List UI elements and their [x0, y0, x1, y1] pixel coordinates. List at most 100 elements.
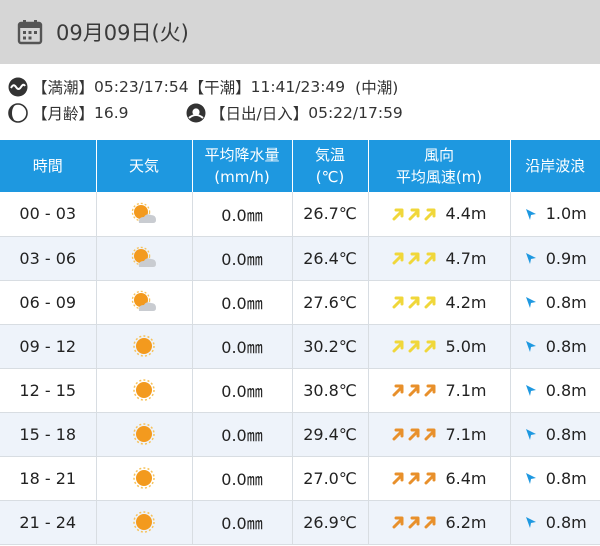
wave-cell: 0.8m: [510, 456, 600, 501]
wave-height: 0.9m: [545, 248, 587, 268]
wave-direction-icon: [525, 341, 536, 352]
time-cell: 06 - 09: [0, 280, 97, 325]
wind-direction-icon: [424, 516, 436, 529]
partly-cloudy-icon: [131, 290, 156, 311]
table-row: 15 - 18 0.0㎜ 29.4℃ 7.1m 0.8m: [0, 412, 600, 457]
header-precip: 平均降水量 (mm/h): [192, 140, 293, 192]
sunny-icon: [133, 423, 155, 445]
wind-direction-icon: [392, 208, 404, 221]
wind-direction-icon: [392, 296, 404, 309]
wind-direction-icon: [408, 340, 420, 353]
wind-speed: 5.0m: [445, 336, 487, 356]
forecast-table: 時間 天気 平均降水量 (mm/h) 気温 (℃) 風向 平均風速(m) 沿岸波浪 0…: [0, 140, 600, 545]
precip-cell: 0.0㎜: [192, 192, 293, 237]
wave-cell: 0.8m: [510, 368, 600, 413]
low-tide-value: 11:41/23:49: [250, 78, 346, 96]
table-row: 18 - 21 0.0㎜ 27.0℃ 6.4m 0.8m: [0, 456, 600, 501]
wind-speed: 6.2m: [445, 512, 487, 532]
wind-direction-icon: [408, 296, 420, 309]
wind-direction-icon: [392, 340, 404, 353]
temp-cell: 29.4℃: [292, 412, 369, 457]
table-row: 21 - 24 0.0㎜ 26.9℃ 6.2m 0.8m: [0, 500, 600, 545]
wave-direction-icon: [525, 297, 536, 308]
weather-cell: [96, 236, 193, 281]
wave-cell: 0.8m: [510, 412, 600, 457]
header-wave: 沿岸波浪: [510, 140, 600, 192]
weather-cell: [96, 192, 193, 237]
wind-direction-icon: [424, 208, 436, 221]
temp-cell: 26.9℃: [292, 500, 369, 545]
temp-cell: 27.6℃: [292, 280, 369, 325]
wind-direction-icon: [424, 428, 436, 441]
wind-direction-icon: [392, 428, 404, 441]
wave-direction-icon: [525, 473, 536, 484]
wind-speed: 7.1m: [445, 424, 487, 444]
moon-age-label: 【月齢】: [32, 105, 95, 123]
wind-direction-icon: [408, 516, 420, 529]
wind-cell: 5.0m: [368, 324, 511, 369]
table-row: 09 - 12 0.0㎜ 30.2℃ 5.0m 0.8m: [0, 324, 600, 369]
temp-cell: 30.8℃: [292, 368, 369, 413]
sun-info: 【日出/日入】 05:22/17:59: [186, 101, 403, 125]
temp-cell: 27.0℃: [292, 456, 369, 501]
precip-cell: 0.0㎜: [192, 456, 293, 501]
wind-cell: 7.1m: [368, 368, 511, 413]
wind-direction-icon: [392, 384, 404, 397]
wind-direction-icon: [408, 428, 420, 441]
high-tide-label: 【満潮】: [32, 79, 95, 97]
wave-direction-icon: [525, 385, 536, 396]
precip-cell: 0.0㎜: [192, 500, 293, 545]
wave-height: 0.8m: [545, 512, 587, 532]
wind-speed: 4.7m: [445, 248, 487, 268]
wind-speed: 7.1m: [445, 380, 487, 400]
wind-cell: 4.2m: [368, 280, 511, 325]
tide-info: 【満潮】 05:23/17:54 【干潮】 11:41/23:49 (中潮): [8, 75, 398, 99]
moon-info: 【月齢】 16.9: [8, 101, 129, 125]
time-cell: 15 - 18: [0, 412, 97, 457]
wind-direction-icon: [408, 384, 420, 397]
temp-cell: 26.4℃: [292, 236, 369, 281]
sunny-icon: [133, 511, 155, 533]
tide-icon: [8, 77, 28, 97]
wave-cell: 1.0m: [510, 192, 600, 237]
sunny-icon: [133, 379, 155, 401]
low-tide-label: 【干潮】: [188, 79, 251, 97]
weather-cell: [96, 324, 193, 369]
table-row: 12 - 15 0.0㎜ 30.8℃ 7.1m 0.8m: [0, 368, 600, 413]
wave-height: 1.0m: [545, 204, 587, 224]
precip-cell: 0.0㎜: [192, 280, 293, 325]
weather-cell: [96, 280, 193, 325]
time-cell: 18 - 21: [0, 456, 97, 501]
date-header: 09月09日(火): [0, 0, 600, 64]
table-row: 03 - 06 0.0㎜ 26.4℃ 4.7m 0.9m: [0, 236, 600, 281]
partly-cloudy-icon: [131, 246, 156, 267]
wind-direction-icon: [424, 472, 436, 485]
wind-direction-icon: [424, 252, 436, 265]
precip-cell: 0.0㎜: [192, 236, 293, 281]
precip-cell: 0.0㎜: [192, 324, 293, 369]
wind-cell: 4.4m: [368, 192, 511, 237]
table-header-row: 時間 天気 平均降水量 (mm/h) 気温 (℃) 風向 平均風速(m) 沿岸波浪: [0, 140, 600, 192]
wind-cell: 4.7m: [368, 236, 511, 281]
page-title: 09月09日(火): [56, 21, 189, 45]
wave-direction-icon: [525, 253, 536, 264]
temp-cell: 26.7℃: [292, 192, 369, 237]
wind-speed: 4.4m: [445, 204, 487, 224]
partly-cloudy-icon: [131, 202, 156, 223]
wind-speed: 6.4m: [445, 468, 487, 488]
wind-direction-icon: [408, 472, 420, 485]
wave-height: 0.8m: [545, 380, 587, 400]
wind-cell: 6.2m: [368, 500, 511, 545]
wind-direction-icon: [392, 516, 404, 529]
wave-height: 0.8m: [545, 468, 587, 488]
wind-direction-icon: [392, 472, 404, 485]
temp-cell: 30.2℃: [292, 324, 369, 369]
sunrise-value: 05:22/17:59: [308, 104, 403, 122]
sunny-icon: [133, 467, 155, 489]
weather-cell: [96, 368, 193, 413]
sunrise-label: 【日出/日入】: [210, 105, 309, 123]
wind-direction-icon: [408, 252, 420, 265]
wave-direction-icon: [525, 517, 536, 528]
header-temp: 気温 (℃): [292, 140, 369, 192]
calendar-icon: [17, 20, 43, 45]
